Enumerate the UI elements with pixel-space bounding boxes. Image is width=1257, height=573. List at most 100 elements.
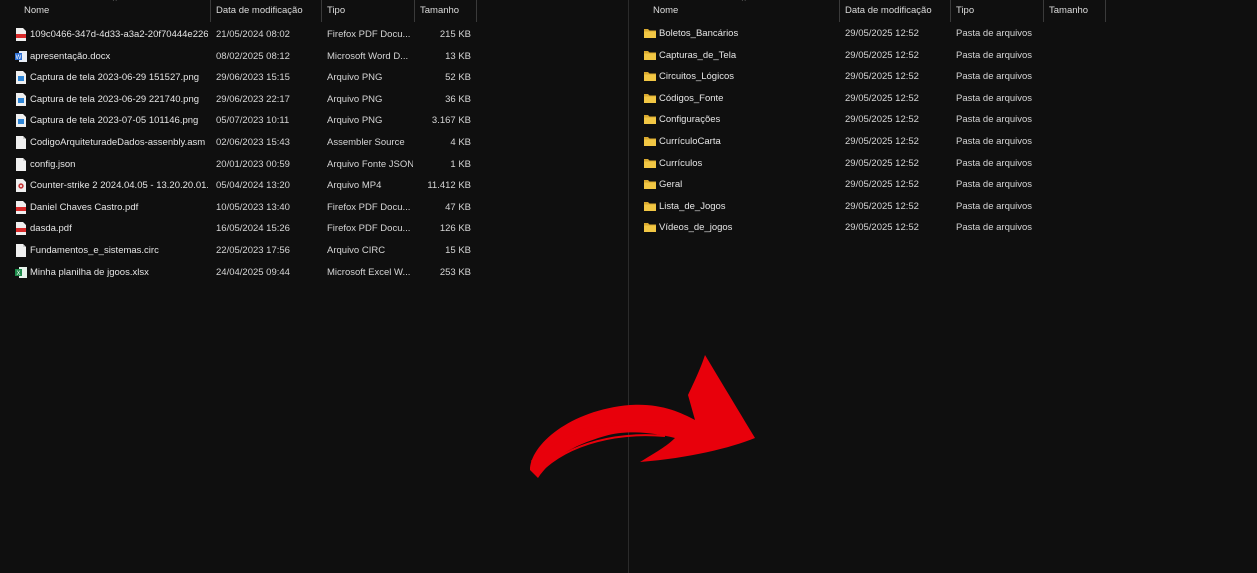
file-type: Arquivo PNG: [327, 72, 383, 84]
excel-icon: X: [15, 266, 27, 278]
folder-icon: [644, 93, 656, 103]
column-header-date[interactable]: Data de modificação: [211, 0, 322, 22]
file-date: 02/06/2023 15:43: [216, 137, 290, 148]
file-row[interactable]: Counter-strike 2 2024.04.05 - 13.20.20.0…: [0, 175, 628, 196]
file-size: 47 KB: [445, 201, 471, 213]
folder-name: Capturas_de_Tela: [659, 49, 737, 61]
file-date: 24/04/2025 09:44: [216, 266, 290, 278]
file-type: Arquivo CIRC: [327, 245, 386, 256]
file-row[interactable]: Daniel Chaves Castro.pdf 10/05/2023 13:40…: [0, 197, 628, 218]
folder-date: 29/05/2025 12:52: [845, 157, 919, 169]
file-row[interactable]: Captura de tela 2023-06-29 151527.png 29/…: [0, 67, 628, 88]
folder-date: 29/05/2025 12:52: [845, 179, 919, 191]
file-row[interactable]: dasda.pdf 16/05/2024 15:26 Firefox PDF Doc…: [0, 218, 628, 239]
file-type: Arquivo PNG: [327, 115, 383, 127]
file-icon: [16, 244, 26, 257]
file-date: 29/06/2023 22:17: [216, 93, 290, 105]
file-type: Microsoft Word D...: [327, 50, 409, 62]
file-size: 3.167 KB: [431, 115, 471, 127]
folder-icon: [644, 201, 656, 211]
file-row[interactable]: Captura de tela 2023-07-05 101146.png 05/…: [0, 110, 628, 131]
file-row[interactable]: Fundamentos_e_sistemas.circ 22/05/2023 17…: [0, 240, 628, 261]
file-row[interactable]: Wapresentação.docx 08/02/2025 08:12 Micros…: [0, 46, 628, 67]
word-icon: W: [15, 50, 27, 62]
folder-icon: [644, 180, 656, 190]
folder-type: Pasta de arquivos: [956, 200, 1033, 212]
folder-date: 29/05/2025 12:52: [845, 49, 919, 61]
svg-text:W: W: [16, 54, 22, 60]
file-icon: [16, 136, 26, 149]
file-type: Firefox PDF Docu...: [327, 201, 411, 213]
column-header-size[interactable]: Tamanho: [1044, 0, 1106, 22]
file-size: 15 KB: [445, 245, 471, 256]
folder-row[interactable]: Lista_de_Jogos 29/05/2025 12:52 Pasta de a…: [629, 196, 1257, 217]
file-size: 11.412 KB: [427, 180, 471, 192]
file-name: Captura de tela 2023-06-29 221740.png: [30, 93, 200, 105]
folder-date: 29/05/2025 12:52: [845, 92, 919, 104]
column-header-type[interactable]: Tipo: [322, 0, 415, 22]
folder-name: Lista_de_Jogos: [659, 200, 726, 212]
folder-type: Pasta de arquivos: [956, 28, 1033, 39]
folder-type: Pasta de arquivos: [956, 49, 1033, 61]
folder-type: Pasta de arquivos: [956, 92, 1033, 104]
column-header-type[interactable]: Tipo: [951, 0, 1044, 22]
column-header-name[interactable]: Nome: [19, 0, 211, 22]
folder-icon: [644, 158, 656, 168]
file-name: Daniel Chaves Castro.pdf: [30, 201, 139, 213]
right-folder-list: ⌃ Nome Data de modificação Tipo Tamanho …: [629, 0, 1257, 573]
file-name: apresentação.docx: [30, 50, 111, 62]
file-size: 52 KB: [445, 72, 471, 84]
folder-name: Currículos: [659, 157, 703, 169]
video-icon: [16, 179, 26, 193]
file-name: CodigoArquiteturadeDados-assenbly.asm: [30, 137, 206, 148]
file-date: 21/05/2024 08:02: [216, 29, 290, 40]
file-size: 4 KB: [450, 137, 471, 148]
folder-type: Pasta de arquivos: [956, 114, 1033, 126]
file-date: 29/06/2023 15:15: [216, 72, 290, 84]
folder-name: Geral: [659, 179, 683, 191]
file-name: Captura de tela 2023-07-05 101146.png: [30, 115, 199, 127]
folder-name: Boletos_Bancários: [659, 28, 739, 39]
file-size: 13 KB: [445, 50, 471, 62]
right-column-header: ⌃ Nome Data de modificação Tipo Tamanho: [629, 0, 1257, 22]
folder-row[interactable]: Vídeos_de_jogos 29/05/2025 12:52 Pasta de …: [629, 217, 1257, 238]
folder-row[interactable]: Circuitos_Lógicos 29/05/2025 12:52 Pasta d…: [629, 66, 1257, 87]
folder-row[interactable]: Capturas_de_Tela 29/05/2025 12:52 Pasta de…: [629, 45, 1257, 66]
folder-row[interactable]: Boletos_Bancários 29/05/2025 12:52 Pasta d…: [629, 23, 1257, 44]
folder-date: 29/05/2025 12:52: [845, 136, 919, 147]
file-row[interactable]: CodigoArquiteturadeDados-assenbly.asm 02/…: [0, 132, 628, 153]
folder-icon: [644, 223, 656, 233]
column-header-name[interactable]: Nome: [648, 0, 840, 22]
folder-date: 29/05/2025 12:52: [845, 114, 919, 126]
folder-row[interactable]: Geral 29/05/2025 12:52 Pasta de arquivos: [629, 174, 1257, 195]
folder-name: Códigos_Fonte: [659, 92, 724, 104]
folder-row[interactable]: Currículos 29/05/2025 12:52 Pasta de arqui…: [629, 153, 1257, 174]
left-column-header: ⌃ Nome Data de modificação Tipo Tamanho: [0, 0, 628, 22]
left-file-list: ⌃ Nome Data de modificação Tipo Tamanho …: [0, 0, 628, 573]
file-date: 05/04/2024 13:20: [216, 180, 290, 192]
file-icon: [16, 157, 26, 171]
file-name: Counter-strike 2 2024.04.05 - 13.20.20.0…: [30, 180, 208, 192]
folder-type: Pasta de arquivos: [956, 71, 1033, 83]
file-date: 08/02/2025 08:12: [216, 50, 290, 62]
file-row[interactable]: X Minha planilha de jgoos.xlsx 24/04/2025 …: [0, 262, 628, 283]
file-name: dasda.pdf: [30, 223, 72, 235]
folder-row[interactable]: Configurações 29/05/2025 12:52 Pasta de ar…: [629, 109, 1257, 130]
curved-arrow-icon: [530, 355, 755, 478]
folder-row[interactable]: CurrículoCarta 29/05/2025 12:52 Pasta de a…: [629, 131, 1257, 152]
file-row[interactable]: 109c0466-347d-4d33-a3a2-20f70444e226....…: [0, 24, 628, 45]
folder-type: Pasta de arquivos: [956, 222, 1033, 234]
pdf-icon: [16, 222, 26, 236]
file-type: Microsoft Excel W...: [327, 266, 411, 278]
column-header-date[interactable]: Data de modificação: [840, 0, 951, 22]
folder-type: Pasta de arquivos: [956, 136, 1033, 147]
file-date: 10/05/2023 13:40: [216, 201, 290, 213]
file-type: Firefox PDF Docu...: [327, 223, 411, 235]
pdf-icon: [16, 200, 26, 214]
file-row[interactable]: Captura de tela 2023-06-29 221740.png 29/…: [0, 89, 628, 110]
file-size: 36 KB: [445, 93, 471, 105]
file-date: 22/05/2023 17:56: [216, 245, 290, 256]
file-row[interactable]: config.json 20/01/2023 00:59 Arquivo Fonte…: [0, 154, 628, 175]
column-header-size[interactable]: Tamanho: [415, 0, 477, 22]
folder-row[interactable]: Códigos_Fonte 29/05/2025 12:52 Pasta de ar…: [629, 88, 1257, 109]
